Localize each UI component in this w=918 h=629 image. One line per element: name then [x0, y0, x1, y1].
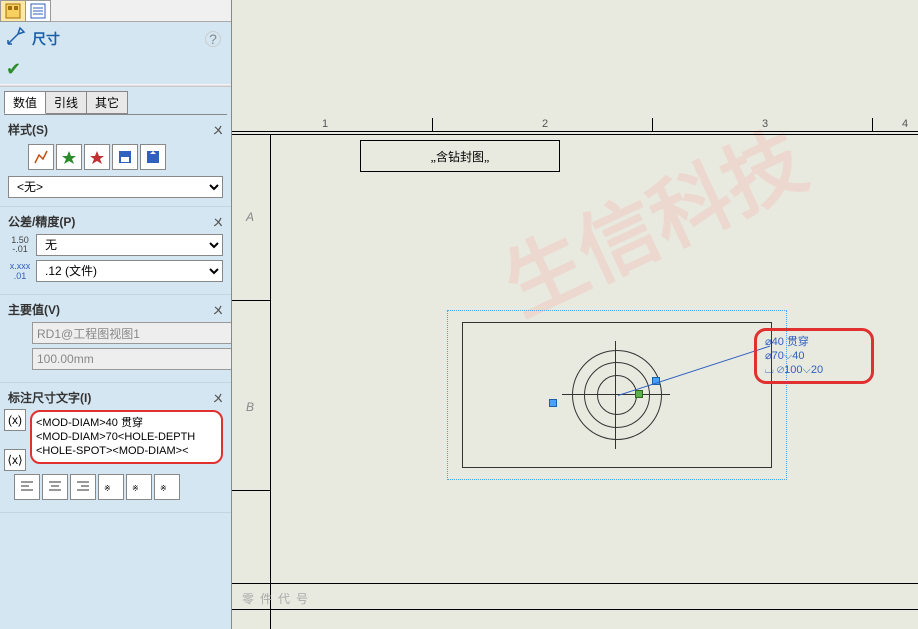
dimension-icon [6, 26, 26, 51]
svg-text:※: ※ [132, 484, 139, 493]
border-left-inner [270, 134, 271, 629]
collapse-icon[interactable]: ㄨ [213, 214, 223, 229]
dimension-text-section: 标注尺寸文字(I) ㄨ (x) ⟨x⟩ <MOD-DIAM>40 贯穿 <MOD… [0, 383, 231, 513]
help-icon[interactable]: ? [205, 31, 221, 47]
ok-check-icon[interactable]: ✔ [6, 59, 21, 79]
hole-callout[interactable]: ⌀40 贯穿 ⌀70⌵40 ⌴ ⌀100⌵20 [754, 328, 874, 384]
selection-handle[interactable] [635, 390, 643, 398]
tab-other[interactable]: 其它 [86, 91, 128, 114]
collapse-icon[interactable]: ㄨ [213, 302, 223, 317]
callout-line1: ⌀40 贯穿 [765, 335, 863, 349]
col-tick [652, 118, 653, 131]
tab-values[interactable]: 数值 [4, 91, 46, 114]
align-center-button[interactable] [42, 474, 68, 500]
property-tab-icon[interactable] [25, 0, 51, 22]
row-label-B: B [246, 400, 254, 414]
style-icon-row [8, 142, 223, 176]
text-align-row: ※ ※ ※ [8, 470, 223, 504]
feature-tree-tab-icon[interactable] [0, 0, 26, 22]
col-tick [432, 118, 433, 131]
col-label-2: 2 [542, 118, 548, 130]
border-top-line2 [232, 134, 918, 135]
svg-text:※: ※ [104, 484, 111, 493]
align-left-button[interactable] [14, 474, 40, 500]
collapse-icon[interactable]: ㄨ [213, 122, 223, 137]
text-link-icon[interactable]: ⟨x⟩ [4, 449, 26, 471]
style-dropdown[interactable]: <无> [8, 176, 223, 198]
center-h [562, 394, 670, 395]
callout-line3: ⌴ ⌀100⌵20 [765, 363, 863, 377]
primary-value-section: 主要值(V) ㄨ [0, 295, 231, 383]
drawing-title-block: „含钻封图„ [360, 140, 560, 172]
border-bottom-line [232, 583, 918, 584]
align-right-button[interactable] [70, 474, 96, 500]
tolerance-header[interactable]: 公差/精度(P) ㄨ [8, 213, 223, 230]
precision-dropdown[interactable]: .12 (文件) [36, 260, 223, 282]
style-save-button[interactable] [112, 144, 138, 170]
dimtext-header-label: 标注尺寸文字(I) [8, 389, 91, 406]
primary-header[interactable]: 主要值(V) ㄨ [8, 301, 223, 318]
value-tab-bar: 数值 引线 其它 [0, 87, 231, 114]
title-block-text: „含钻封图„ [431, 148, 490, 165]
dimtext-header[interactable]: 标注尺寸文字(I) ㄨ [8, 389, 223, 406]
border-bottom-line2 [232, 609, 918, 610]
center-v [615, 341, 616, 449]
col-label-3: 3 [762, 118, 768, 130]
panel-content: 尺寸 ? ✔ 数值 引线 其它 样式(S) ㄨ [0, 22, 231, 629]
collapse-icon[interactable]: ㄨ [213, 390, 223, 405]
style-header-label: 样式(S) [8, 121, 48, 138]
style-add-button[interactable] [56, 144, 82, 170]
tolerance-type-icon: 1.50-.01 [8, 236, 32, 254]
panel-title-row: 尺寸 ? [0, 22, 231, 55]
panel-tab-bar [0, 0, 231, 22]
style-delete-button[interactable] [84, 144, 110, 170]
confirm-row: ✔ [0, 55, 231, 84]
spec-label: 零件代号 [242, 590, 314, 607]
style-header[interactable]: 样式(S) ㄨ [8, 121, 223, 138]
style-section: 样式(S) ㄨ <无> [0, 115, 231, 207]
svg-text:※: ※ [160, 484, 167, 493]
callout-line2: ⌀70⌵40 [765, 349, 863, 363]
symbol-button[interactable]: ※ [126, 474, 152, 500]
tolerance-section: 公差/精度(P) ㄨ 1.50-.01 无 x.xxx.01 .12 (文件) [0, 207, 231, 295]
tab-leaders[interactable]: 引线 [45, 91, 87, 114]
dimension-text-input[interactable]: <MOD-DIAM>40 贯穿 <MOD-DIAM>70<HOLE-DEPTH … [30, 410, 223, 464]
style-apply-button[interactable] [28, 144, 54, 170]
col-label-4: 4 [902, 118, 908, 130]
col-tick [872, 118, 873, 131]
row-div [232, 300, 270, 301]
precision-icon: x.xxx.01 [8, 261, 32, 281]
row-label-A: A [246, 210, 254, 224]
col-label-1: 1 [322, 118, 328, 130]
dimension-value-field[interactable] [32, 348, 231, 370]
style-load-button[interactable] [140, 144, 166, 170]
leader-handle-start[interactable] [549, 399, 557, 407]
text-brackets-icon[interactable]: (x) [4, 409, 26, 431]
row-div [232, 490, 270, 491]
primary-header-label: 主要值(V) [8, 301, 60, 318]
more-symbol-button[interactable]: ※ [154, 474, 180, 500]
tolerance-header-label: 公差/精度(P) [8, 213, 75, 230]
tolerance-type-dropdown[interactable]: 无 [36, 234, 223, 256]
dimension-name-field[interactable] [32, 322, 231, 344]
property-panel: 尺寸 ? ✔ 数值 引线 其它 样式(S) ㄨ [0, 0, 232, 629]
border-top-line [232, 131, 918, 132]
justify-button[interactable]: ※ [98, 474, 124, 500]
panel-title: 尺寸 [32, 29, 60, 49]
drawing-canvas[interactable]: 生信科技 1 2 3 4 A B „含钻封图„ 零件代号 ⌀40 贯穿 ⌀70⌵… [232, 0, 918, 629]
